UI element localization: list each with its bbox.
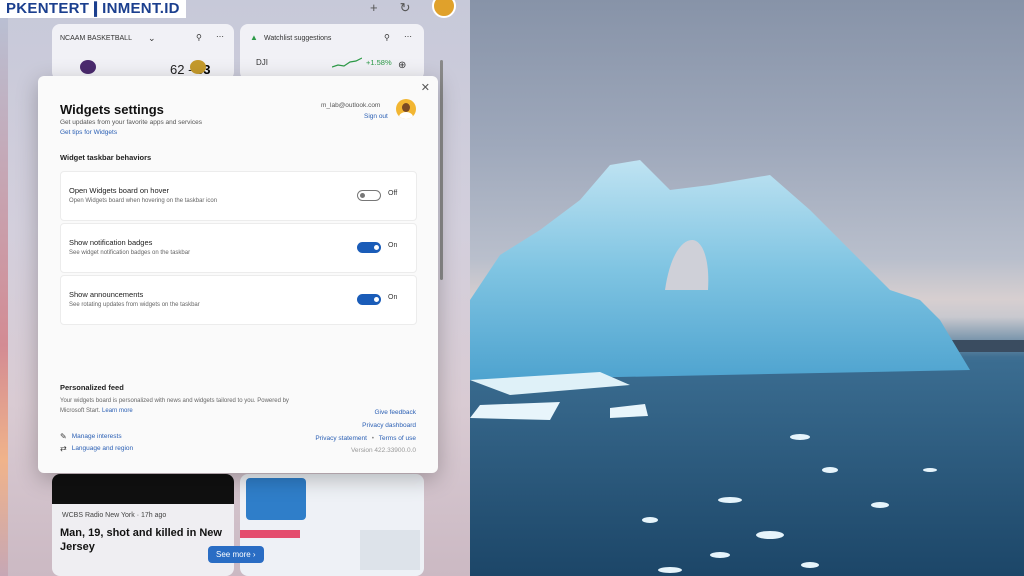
avatar — [396, 99, 416, 119]
preview-bar — [240, 530, 300, 538]
chevron-right-icon: › — [252, 550, 256, 559]
ncaa-card-title: NCAAM BASKETBALL — [60, 35, 132, 42]
board-edge — [0, 0, 8, 576]
add-icon[interactable]: + — [370, 0, 378, 16]
link-separator: • — [371, 435, 375, 442]
dialog-subtitle: Get updates from your favorite apps and … — [60, 119, 202, 126]
watermark-logo: PKENTERT❙INMENT.ID — [0, 0, 186, 18]
language-region-label: Language and region — [71, 445, 134, 452]
hover-toggle[interactable] — [357, 190, 381, 201]
setting-announcements: Show announcements See rotating updates … — [60, 275, 417, 325]
ncaa-basketball-card[interactable]: NCAAM BASKETBALL ⌄ ⚲ ⋯ 62 - 63 — [52, 24, 234, 80]
give-feedback-link[interactable]: Give feedback — [374, 409, 416, 416]
stocks-icon: ▲ — [250, 33, 258, 42]
personalized-feed-description: Your widgets board is personalized with … — [60, 396, 290, 416]
see-more-button[interactable]: See more › — [208, 546, 264, 563]
setting-title: Open Widgets board on hover — [69, 186, 170, 195]
desktop-wallpaper — [470, 0, 1024, 576]
preview-image — [246, 478, 306, 520]
setting-title: Show notification badges — [69, 238, 153, 247]
score-left: 62 — [170, 62, 185, 77]
setting-description: See widget notification badges on the ta… — [69, 250, 191, 256]
learn-more-link[interactable]: Learn more — [102, 408, 133, 414]
close-icon[interactable]: ✕ — [421, 81, 430, 94]
version-label: Version 422.33900.0.0 — [350, 447, 416, 454]
sparkline-icon — [332, 57, 362, 68]
toggle-state-label: On — [388, 294, 398, 301]
setting-title: Show announcements — [69, 290, 144, 299]
setting-open-on-hover: Open Widgets board on hover Open Widgets… — [60, 171, 417, 221]
pin-icon[interactable]: ⚲ — [384, 33, 390, 42]
legal-links: Privacy statement • Terms of use — [315, 435, 416, 442]
privacy-statement-link[interactable]: Privacy statement — [315, 435, 367, 442]
account-email: m_lab@outlook.com — [321, 102, 381, 109]
language-region-link[interactable]: ⇄ Language and region — [60, 444, 133, 453]
manage-interests-label: Manage interests — [71, 433, 122, 440]
more-icon[interactable]: ⋯ — [404, 32, 412, 41]
terms-of-use-link[interactable]: Terms of use — [379, 435, 416, 442]
setting-description: Open Widgets board when hovering on the … — [69, 198, 218, 204]
see-more-label: See more — [216, 550, 251, 559]
board-toolbar: + ↻ — [370, 0, 411, 16]
board-scrollbar[interactable] — [440, 60, 443, 280]
news-card[interactable]: WCBS Radio New York · 17h ago Man, 19, s… — [52, 474, 234, 576]
iceberg-image — [470, 160, 1024, 576]
refresh-icon[interactable]: ↻ — [400, 0, 411, 16]
tips-link[interactable]: Get tips for Widgets — [60, 129, 117, 136]
ticker-change: +1.58% — [366, 58, 392, 67]
setting-notification-badges: Show notification badges See widget noti… — [60, 223, 417, 273]
news-image — [52, 474, 234, 504]
taskbar-behaviors-heading: Widget taskbar behaviors — [60, 153, 152, 162]
news-source: WCBS Radio New York · 17h ago — [62, 512, 167, 519]
widgets-settings-dialog: ✕ Widgets settings Get updates from your… — [38, 76, 438, 473]
dialog-title: Widgets settings — [60, 102, 164, 117]
pencil-icon: ✎ — [60, 432, 67, 441]
add-stock-icon[interactable]: ⊕ — [398, 60, 406, 71]
manage-interests-link[interactable]: ✎ Manage interests — [60, 432, 122, 441]
personalized-feed-heading: Personalized feed — [60, 383, 124, 392]
chevron-down-icon[interactable]: ⌄ — [148, 33, 156, 44]
announcements-toggle[interactable] — [357, 294, 381, 305]
more-icon[interactable]: ⋯ — [216, 32, 224, 41]
board-avatar[interactable] — [432, 0, 456, 18]
setting-description: See rotating updates from widgets on the… — [69, 302, 200, 308]
personalized-text: Your widgets board is personalized with … — [60, 398, 289, 414]
ticker-symbol: DJI — [256, 58, 268, 67]
news-headline[interactable]: Man, 19, shot and killed in New Jersey — [60, 526, 230, 554]
news-card-secondary[interactable] — [240, 474, 424, 576]
privacy-dashboard-link[interactable]: Privacy dashboard — [362, 422, 416, 429]
preview-panel — [360, 530, 420, 570]
watchlist-title: Watchlist suggestions — [264, 35, 332, 42]
watchlist-card[interactable]: ▲ Watchlist suggestions ⚲ ⋯ DJI +1.58% ⊕ — [240, 24, 424, 80]
language-icon: ⇄ — [60, 444, 67, 453]
sign-out-link[interactable]: Sign out — [364, 113, 388, 120]
toggle-state-label: On — [388, 242, 398, 249]
pin-icon[interactable]: ⚲ — [196, 33, 202, 42]
team-logo-right — [190, 60, 206, 74]
team-logo-left — [80, 60, 96, 74]
toggle-state-label: Off — [388, 190, 398, 197]
badges-toggle[interactable] — [357, 242, 381, 253]
